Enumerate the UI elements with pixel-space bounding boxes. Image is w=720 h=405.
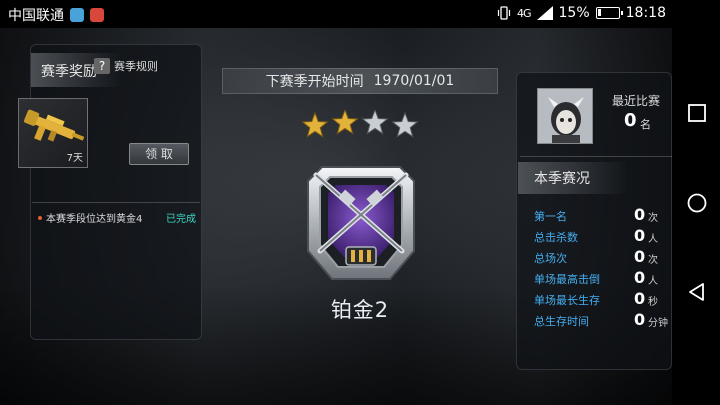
stat-row: 总击杀数 0 人 — [534, 226, 674, 247]
stat-label: 总场次 — [534, 252, 567, 265]
stat-unit: 人 — [648, 276, 658, 287]
back-button-icon[interactable] — [686, 281, 708, 303]
star-empty-icon — [391, 111, 419, 138]
star-empty-icon — [361, 110, 389, 135]
stat-row: 总场次 0 次 — [534, 247, 674, 268]
network-type: 4G — [516, 6, 531, 20]
next-season-label: 下赛季开始时间 — [265, 74, 364, 90]
browser-app-icon — [70, 8, 84, 22]
recent-match-label: 最近比赛 — [612, 94, 661, 108]
stat-value: 0 — [634, 247, 646, 266]
rank-name: 铂金2 — [330, 298, 390, 322]
star-filled-icon — [331, 110, 359, 135]
stat-unit: 次 — [648, 255, 658, 266]
stat-unit: 次 — [648, 213, 658, 224]
status-bar: 中国联通 4G 15% 18:18 — [0, 0, 720, 28]
stat-label: 单场最长生存 — [534, 294, 600, 307]
next-season-bar: 下赛季开始时间 1970/01/01 — [222, 68, 498, 94]
stat-unit: 秒 — [648, 297, 658, 308]
carrier-label: 中国联通 — [8, 8, 64, 24]
battery-icon — [595, 7, 623, 19]
recent-match-value: 0 — [624, 110, 637, 131]
stat-label: 单场最高击倒 — [534, 273, 600, 286]
stat-row: 单场最长生存 0 秒 — [534, 289, 674, 310]
bullet-icon — [38, 215, 42, 220]
task-text: 本赛季段位达到黄金4 — [46, 214, 143, 225]
clock: 18:18 — [625, 5, 666, 21]
stat-value: 0 — [634, 268, 646, 287]
divider — [520, 156, 672, 157]
divider — [32, 202, 200, 203]
stat-value: 0 — [634, 289, 646, 308]
star-filled-icon — [301, 111, 329, 138]
character-avatar-icon — [538, 89, 592, 143]
season-rewards-panel: 赛季奖励 — [30, 44, 202, 340]
signal-icon — [536, 6, 553, 20]
stat-row: 单场最高击倒 0 人 — [534, 268, 674, 289]
season-rules-button[interactable]: ? 赛季规则 — [94, 58, 158, 74]
season-task: 本赛季段位达到黄金4 — [38, 210, 142, 225]
stat-value: 0 — [634, 205, 646, 224]
stat-unit: 人 — [648, 234, 658, 245]
season-rewards-title: 赛季奖励 — [41, 64, 97, 80]
stat-label: 总击杀数 — [534, 231, 578, 244]
battery-percent: 15% — [558, 5, 590, 21]
next-season-date: 1970/01/01 — [373, 73, 455, 89]
rank-emblem-icon — [307, 166, 415, 280]
app-notification-icon — [90, 8, 104, 22]
stat-row: 总生存时间 0 分钟 — [534, 310, 674, 331]
stat-label: 第一名 — [534, 210, 567, 223]
home-button-icon[interactable] — [686, 192, 708, 214]
navigation-bar — [672, 0, 720, 405]
task-status: 已完成 — [166, 214, 196, 225]
stat-unit: 分钟 — [648, 318, 668, 329]
vibrate-icon — [497, 6, 511, 20]
season-rules-label: 赛季规则 — [114, 60, 158, 73]
rank-stars — [301, 110, 419, 138]
season-stats-title: 本季赛况 — [534, 171, 590, 187]
recent-match-unit: 名 — [640, 118, 651, 131]
reward-duration: 7天 — [66, 153, 83, 164]
stat-value: 0 — [634, 226, 646, 245]
reward-item-slot[interactable]: 7天 — [18, 98, 88, 168]
claim-button[interactable]: 领 取 — [129, 143, 189, 165]
stat-label: 总生存时间 — [534, 315, 589, 328]
help-icon: ? — [94, 58, 110, 74]
recents-button-icon[interactable] — [686, 102, 708, 124]
stat-row: 第一名 0 次 — [534, 205, 674, 226]
avatar[interactable] — [537, 88, 593, 144]
battery-level — [597, 9, 601, 16]
stat-value: 0 — [634, 310, 646, 329]
